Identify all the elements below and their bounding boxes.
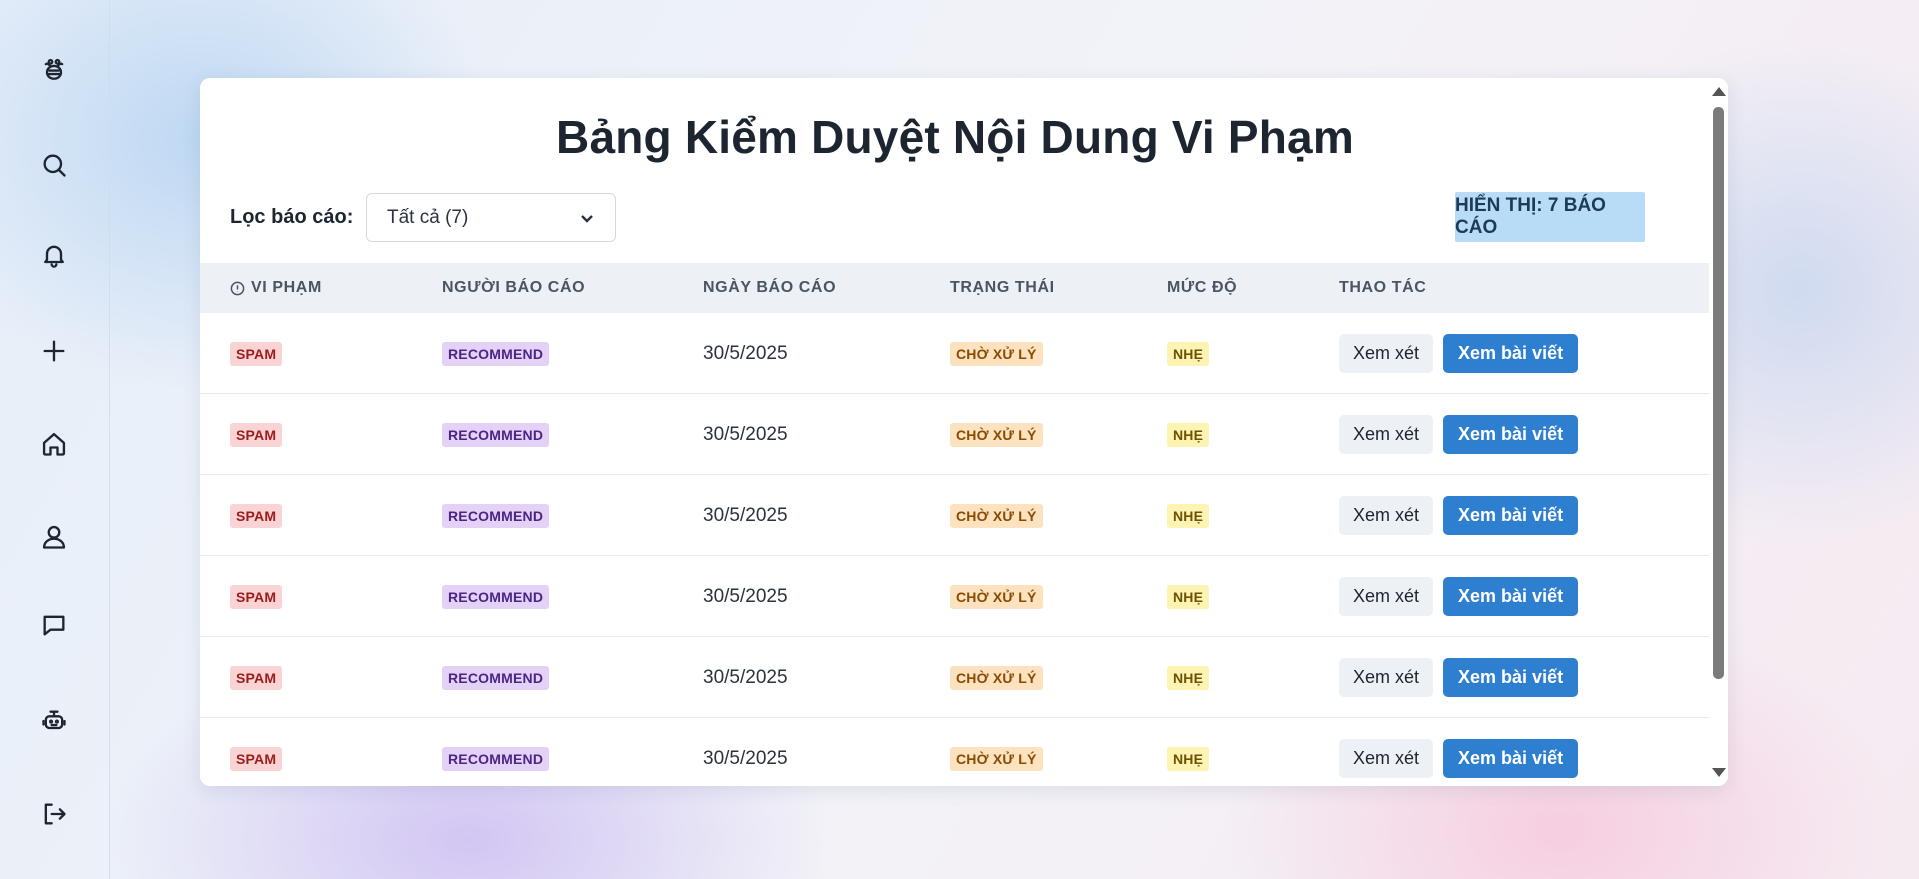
filter-label: Lọc báo cáo: [230, 206, 354, 228]
header-date: NGÀY BÁO CÁO [703, 279, 837, 296]
user-icon[interactable] [34, 517, 74, 557]
report-date: 30/5/2025 [703, 342, 788, 364]
level-badge: NHẸ [1167, 422, 1210, 447]
review-button[interactable]: Xem xét [1339, 739, 1434, 778]
report-date: 30/5/2025 [703, 747, 788, 769]
status-badge: CHỜ XỬ LÝ [950, 422, 1043, 447]
level-badge: NHẸ [1167, 746, 1210, 771]
scroll-down-arrow-icon[interactable] [1712, 768, 1726, 777]
violation-badge: SPAM [230, 422, 283, 447]
table-row: SPAM RECOMMEND 30/5/2025 CHỜ XỬ LÝ NHẸ X… [200, 718, 1709, 786]
view-post-button[interactable]: Xem bài viết [1443, 496, 1579, 535]
status-badge: CHỜ XỬ LÝ [950, 341, 1043, 366]
search-icon[interactable] [34, 145, 74, 185]
header-actions: THAO TÁC [1339, 279, 1427, 296]
view-post-button[interactable]: Xem bài viết [1443, 577, 1579, 616]
filter-selected-value: Tất cả (7) [387, 206, 469, 228]
plus-icon[interactable] [34, 331, 74, 371]
table-row: SPAM RECOMMEND 30/5/2025 CHỜ XỬ LÝ NHẸ X… [200, 313, 1709, 394]
chat-icon[interactable] [34, 605, 74, 645]
status-badge: CHỜ XỬ LÝ [950, 503, 1043, 528]
report-filter-select[interactable]: Tất cả (7) [366, 193, 616, 242]
review-button[interactable]: Xem xét [1339, 334, 1434, 373]
reporter-badge: RECOMMEND [442, 584, 550, 609]
reporter-badge: RECOMMEND [442, 746, 550, 771]
header-violation-label: VI PHẠM [251, 279, 322, 296]
header-reporter: NGƯỜI BÁO CÁO [442, 279, 586, 296]
report-date: 30/5/2025 [703, 666, 788, 688]
status-badge: CHỜ XỬ LÝ [950, 584, 1043, 609]
report-date: 30/5/2025 [703, 504, 788, 526]
report-count-badge: HIỂN THỊ: 7 BÁO CÁO [1455, 192, 1645, 242]
robot-icon[interactable] [34, 701, 74, 741]
table-body: SPAM RECOMMEND 30/5/2025 CHỜ XỬ LÝ NHẸ X… [200, 313, 1709, 786]
review-button[interactable]: Xem xét [1339, 496, 1434, 535]
header-status: TRẠNG THÁI [950, 279, 1055, 296]
violation-badge: SPAM [230, 503, 283, 528]
level-badge: NHẸ [1167, 503, 1210, 528]
reporter-badge: RECOMMEND [442, 503, 550, 528]
view-post-button[interactable]: Xem bài viết [1443, 415, 1579, 454]
bell-icon[interactable] [34, 235, 74, 275]
review-button[interactable]: Xem xét [1339, 577, 1434, 616]
scroll-thumb[interactable] [1713, 107, 1724, 679]
reporter-badge: RECOMMEND [442, 341, 550, 366]
sidebar [0, 0, 110, 879]
table-row: SPAM RECOMMEND 30/5/2025 CHỜ XỬ LÝ NHẸ X… [200, 637, 1709, 718]
chevron-down-icon [581, 214, 593, 223]
reporter-badge: RECOMMEND [442, 665, 550, 690]
violation-badge: SPAM [230, 584, 283, 609]
table-row: SPAM RECOMMEND 30/5/2025 CHỜ XỬ LÝ NHẸ X… [200, 394, 1709, 475]
level-badge: NHẸ [1167, 341, 1210, 366]
reporter-badge: RECOMMEND [442, 422, 550, 447]
violation-badge: SPAM [230, 746, 283, 771]
bee-logo-icon[interactable] [34, 50, 74, 90]
logout-icon[interactable] [34, 794, 74, 834]
level-badge: NHẸ [1167, 584, 1210, 609]
report-date: 30/5/2025 [703, 423, 788, 445]
header-level: MỨC ĐỘ [1167, 279, 1238, 296]
scroll-up-arrow-icon[interactable] [1712, 87, 1726, 96]
status-badge: CHỜ XỬ LÝ [950, 746, 1043, 771]
moderation-panel: Bảng Kiểm Duyệt Nội Dung Vi Phạm Lọc báo… [200, 78, 1728, 786]
table-header: VI PHẠM NGƯỜI BÁO CÁO NGÀY BÁO CÁO TRẠNG… [200, 263, 1709, 313]
table-row: SPAM RECOMMEND 30/5/2025 CHỜ XỬ LÝ NHẸ X… [200, 556, 1709, 637]
view-post-button[interactable]: Xem bài viết [1443, 739, 1579, 778]
level-badge: NHẸ [1167, 665, 1210, 690]
status-badge: CHỜ XỬ LÝ [950, 665, 1043, 690]
violation-badge: SPAM [230, 665, 283, 690]
view-post-button[interactable]: Xem bài viết [1443, 334, 1579, 373]
home-icon[interactable] [34, 424, 74, 464]
vertical-scrollbar[interactable] [1709, 78, 1728, 786]
review-button[interactable]: Xem xét [1339, 658, 1434, 697]
review-button[interactable]: Xem xét [1339, 415, 1434, 454]
info-icon [230, 281, 245, 295]
report-date: 30/5/2025 [703, 585, 788, 607]
page-title: Bảng Kiểm Duyệt Nội Dung Vi Phạm [556, 111, 1354, 163]
view-post-button[interactable]: Xem bài viết [1443, 658, 1579, 697]
header-violation: VI PHẠM [230, 279, 322, 297]
violation-badge: SPAM [230, 341, 283, 366]
table-row: SPAM RECOMMEND 30/5/2025 CHỜ XỬ LÝ NHẸ X… [200, 475, 1709, 556]
